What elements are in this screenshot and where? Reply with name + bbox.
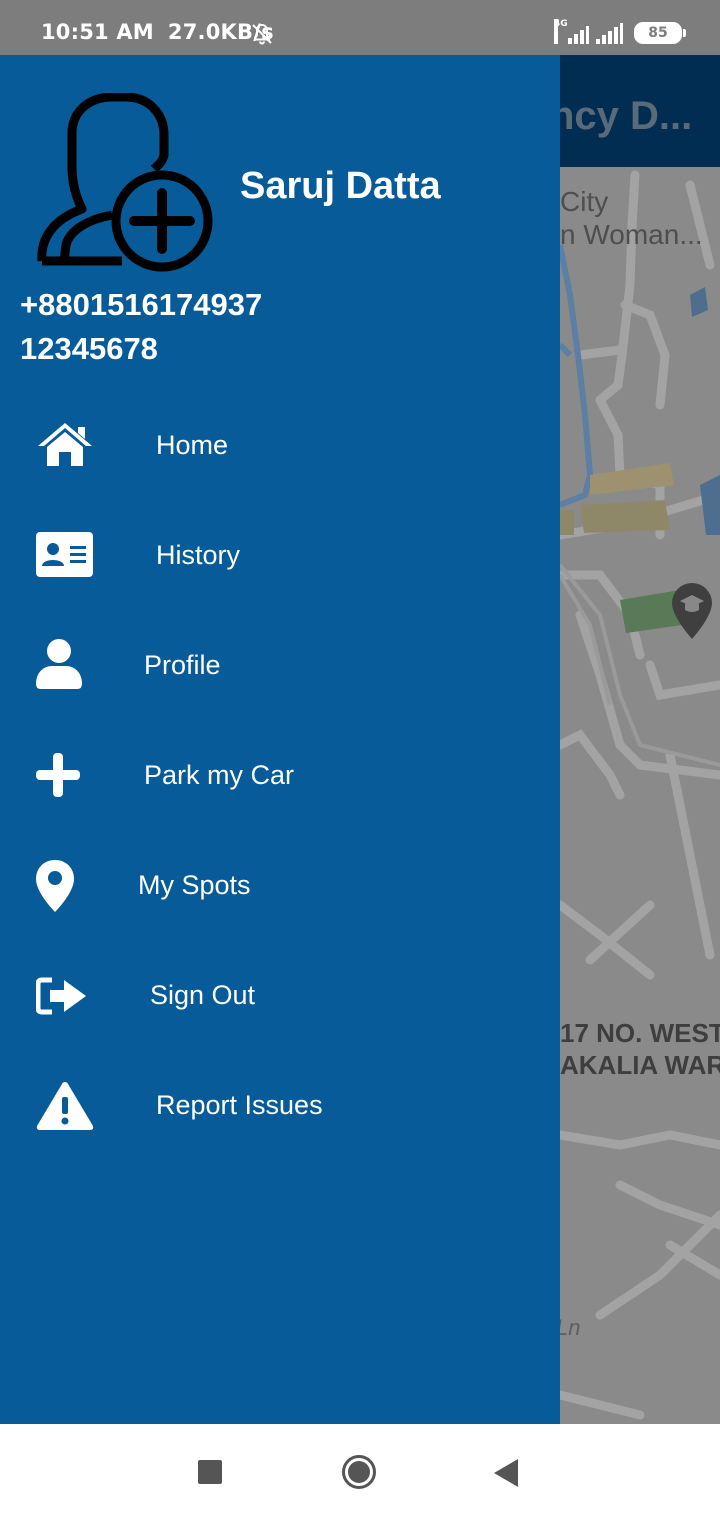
warning-icon (36, 1080, 94, 1137)
menu-item-profile[interactable]: Profile (0, 620, 560, 710)
menu-label-report-issues: Report Issues (156, 1090, 323, 1120)
map-label-city-line2: n Woman... (560, 219, 703, 250)
signal-icon (596, 22, 626, 44)
clock: 10:51 AM (41, 20, 154, 44)
navigation-drawer: Saruj Datta +8801516174937 12345678 Home… (0, 55, 560, 1424)
status-icons: 4G 85 (554, 19, 686, 44)
map-label-ward: 17 NO. WEST AKALIA WARD (560, 1017, 720, 1081)
menu-label-home: Home (156, 430, 229, 460)
user-icon (36, 638, 82, 695)
menu-label-my-spots: My Spots (138, 870, 251, 900)
network-type-label: 4G (554, 19, 568, 44)
menu-label-profile: Profile (144, 650, 221, 680)
plus-icon (36, 753, 80, 802)
menu-item-home[interactable]: Home (0, 400, 560, 490)
bell-off-icon (250, 22, 274, 51)
id-card-icon (36, 532, 94, 583)
menu-item-sign-out[interactable]: Sign Out (0, 950, 560, 1040)
system-nav-bar (0, 1424, 720, 1520)
sign-out-icon (35, 976, 88, 1021)
status-bar: 10:51 AM 27.0KB/s 4G 85 (0, 0, 720, 55)
map-view[interactable]: ncy D... City n Woman... 17 NO. WEST AKA… (560, 55, 720, 1424)
graduation-cap-pin-icon[interactable] (672, 583, 712, 639)
map-label-ward-line2: AKALIA WARD (560, 1050, 720, 1080)
map-label-city-line1: City (560, 186, 609, 217)
user-phone: +8801516174937 (20, 287, 263, 322)
menu-label-park-my-car: Park my Car (144, 760, 295, 790)
app-title-fragment: ncy D... (560, 55, 720, 167)
square-icon[interactable] (198, 1460, 222, 1489)
user-name: Saruj Datta (240, 165, 441, 207)
map-roads (560, 170, 720, 1420)
home-icon (36, 419, 94, 474)
user-id: 12345678 (20, 331, 158, 366)
add-user-icon[interactable] (30, 92, 220, 278)
triangle-back-icon[interactable] (494, 1459, 518, 1492)
map-pin-icon (36, 860, 74, 917)
map-label-road: Ln (560, 1315, 581, 1340)
map-label-city: City n Woman... (560, 185, 703, 251)
battery-indicator: 85 (634, 22, 686, 44)
status-time: 10:51 AM 27.0KB/s (41, 20, 274, 44)
menu-item-history[interactable]: History (0, 510, 560, 600)
signal-4g-icon: 4G (554, 19, 589, 44)
menu-label-history: History (156, 540, 241, 570)
menu-item-report-issues[interactable]: Report Issues (0, 1060, 560, 1150)
map-label-ward-line1: 17 NO. WEST (560, 1018, 720, 1048)
circle-icon[interactable] (341, 1454, 377, 1495)
menu-item-my-spots[interactable]: My Spots (0, 840, 560, 930)
menu-label-sign-out: Sign Out (150, 980, 256, 1010)
menu-item-park-my-car[interactable]: Park my Car (0, 730, 560, 820)
